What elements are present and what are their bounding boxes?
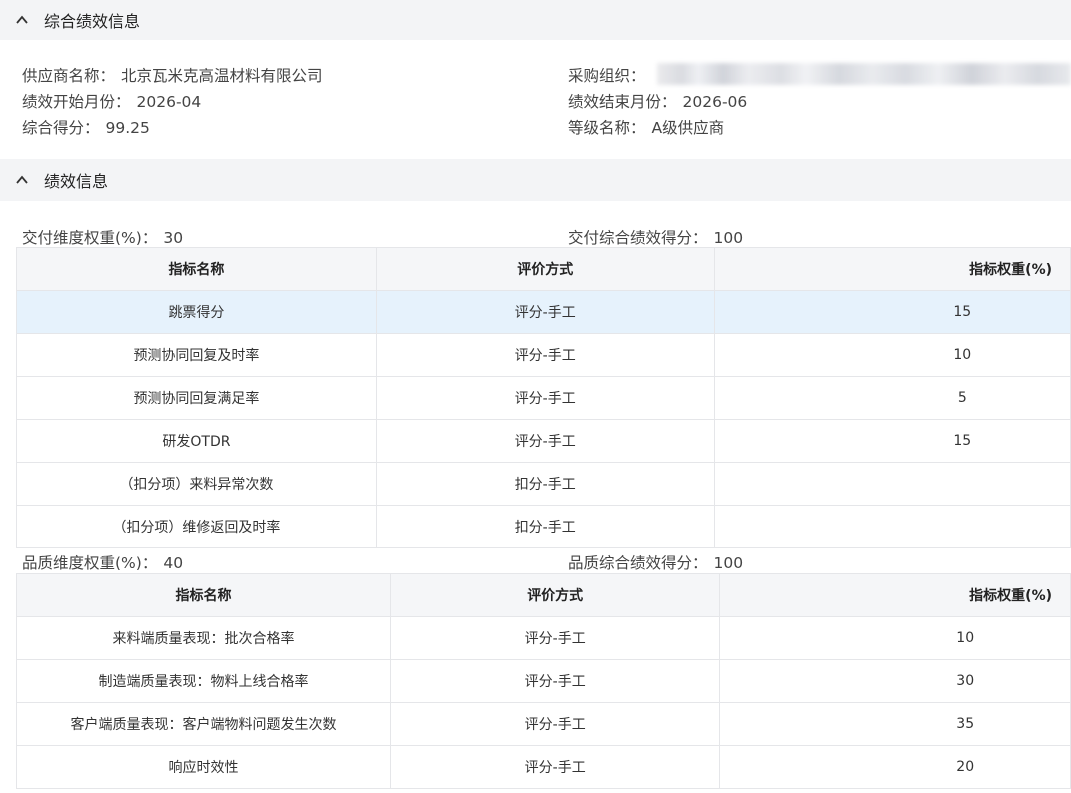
end-month-label: 绩效结束月份： [568,93,677,111]
overall-section-title: 综合绩效信息 [44,12,141,31]
weight-cell [713,462,1071,506]
method-cell: 评分-手工 [375,290,715,334]
column-header-weight[interactable]: 指标权重(%) [713,247,1071,291]
delivery-score-label: 交付综合绩效得分： [568,229,708,247]
column-header-indicator-name[interactable]: 指标名称 [16,247,377,291]
delivery-weight-label: 交付维度权重(%)： [22,229,158,247]
overall-section-header[interactable]: 综合绩效信息 [0,0,1071,40]
grade-row: 等级名称： A级供应商 [568,116,724,138]
purchase-org-label: 采购组织： [568,67,646,85]
quality-score-label: 品质综合绩效得分： [568,554,708,572]
method-cell: 扣分-手工 [375,505,715,548]
quality-weight-value: 40 [163,554,184,572]
total-score-label: 综合得分： [22,119,100,137]
quality-weight-label: 品质维度权重(%)： [22,554,158,572]
indicator-name-cell: 响应时效性 [16,745,391,789]
weight-cell: 30 [719,659,1071,703]
quality-weight-row: 品质维度权重(%)： 40 [22,551,183,573]
indicator-name-cell: 预测协同回复及时率 [16,333,377,377]
quality-score-value: 100 [713,554,744,572]
grade-label: 等级名称： [568,119,646,137]
delivery-score-value: 100 [713,229,744,247]
indicator-name-cell: 跳票得分 [16,290,377,334]
perf-section-header[interactable]: 绩效信息 [0,159,1071,201]
table-header-row: 指标名称 评价方式 指标权重(%) [16,247,1071,291]
purchase-org-value-redacted [657,63,1071,85]
indicator-name-cell: 客户端质量表现：客户端物料问题发生次数 [16,702,391,746]
indicator-name-cell: 研发OTDR [16,419,377,463]
method-cell: 评分-手工 [389,616,721,660]
supplier-name-label: 供应商名称： [22,67,116,85]
purchase-org-row: 采购组织： [568,64,646,86]
method-cell: 扣分-手工 [375,462,715,506]
table-row[interactable]: 制造端质量表现：物料上线合格率 评分-手工 30 [16,659,1071,703]
table-row[interactable]: 跳票得分 评分-手工 15 [16,290,1071,334]
column-header-method[interactable]: 评价方式 [375,247,715,291]
grade-value: A级供应商 [651,119,725,137]
table-row[interactable]: 预测协同回复及时率 评分-手工 10 [16,333,1071,377]
chevron-up-icon[interactable] [0,0,44,40]
method-cell: 评分-手工 [389,659,721,703]
table-row[interactable]: （扣分项）来料异常次数 扣分-手工 [16,462,1071,506]
total-score-value: 99.25 [105,119,150,137]
column-header-weight[interactable]: 指标权重(%) [719,573,1071,617]
method-cell: 评分-手工 [375,333,715,377]
delivery-score-row: 交付综合绩效得分： 100 [568,226,743,248]
table-row[interactable]: 响应时效性 评分-手工 20 [16,745,1071,789]
table-row[interactable]: 客户端质量表现：客户端物料问题发生次数 评分-手工 35 [16,702,1071,746]
column-header-indicator-name[interactable]: 指标名称 [16,573,391,617]
chevron-up-icon[interactable] [0,159,44,201]
delivery-weight-row: 交付维度权重(%)： 30 [22,226,183,248]
delivery-weight-value: 30 [163,229,184,247]
weight-cell: 5 [713,376,1071,420]
table-row[interactable]: （扣分项）维修返回及时率 扣分-手工 [16,505,1071,548]
end-month-row: 绩效结束月份： 2026-06 [568,90,747,112]
perf-section-title: 绩效信息 [44,172,109,191]
table-row[interactable]: 预测协同回复满足率 评分-手工 5 [16,376,1071,420]
total-score-row: 综合得分： 99.25 [22,116,150,138]
weight-cell: 20 [719,745,1071,789]
method-cell: 评分-手工 [375,419,715,463]
supplier-name-row: 供应商名称： 北京瓦米克高温材料有限公司 [22,64,323,86]
indicator-name-cell: 制造端质量表现：物料上线合格率 [16,659,391,703]
indicator-name-cell: （扣分项）维修返回及时率 [16,505,377,548]
supplier-name-value: 北京瓦米克高温材料有限公司 [121,67,323,85]
quality-score-row: 品质综合绩效得分： 100 [568,551,743,573]
method-cell: 评分-手工 [375,376,715,420]
table-header-row: 指标名称 评价方式 指标权重(%) [16,573,1071,617]
weight-cell: 15 [713,290,1071,334]
weight-cell: 35 [719,702,1071,746]
method-cell: 评分-手工 [389,745,721,789]
start-month-label: 绩效开始月份： [22,93,131,111]
weight-cell [713,505,1071,548]
indicator-name-cell: 来料端质量表现：批次合格率 [16,616,391,660]
indicator-name-cell: 预测协同回复满足率 [16,376,377,420]
method-cell: 评分-手工 [389,702,721,746]
weight-cell: 10 [713,333,1071,377]
weight-cell: 15 [713,419,1071,463]
column-header-method[interactable]: 评价方式 [389,573,721,617]
table-row[interactable]: 来料端质量表现：批次合格率 评分-手工 10 [16,616,1071,660]
quality-indicator-table: 指标名称 评价方式 指标权重(%) 来料端质量表现：批次合格率 评分-手工 10… [16,573,1071,789]
delivery-indicator-table: 指标名称 评价方式 指标权重(%) 跳票得分 评分-手工 15 预测协同回复及时… [16,247,1071,548]
start-month-row: 绩效开始月份： 2026-04 [22,90,201,112]
end-month-value: 2026-06 [682,93,748,111]
table-row[interactable]: 研发OTDR 评分-手工 15 [16,419,1071,463]
start-month-value: 2026-04 [136,93,202,111]
indicator-name-cell: （扣分项）来料异常次数 [16,462,377,506]
weight-cell: 10 [719,616,1071,660]
